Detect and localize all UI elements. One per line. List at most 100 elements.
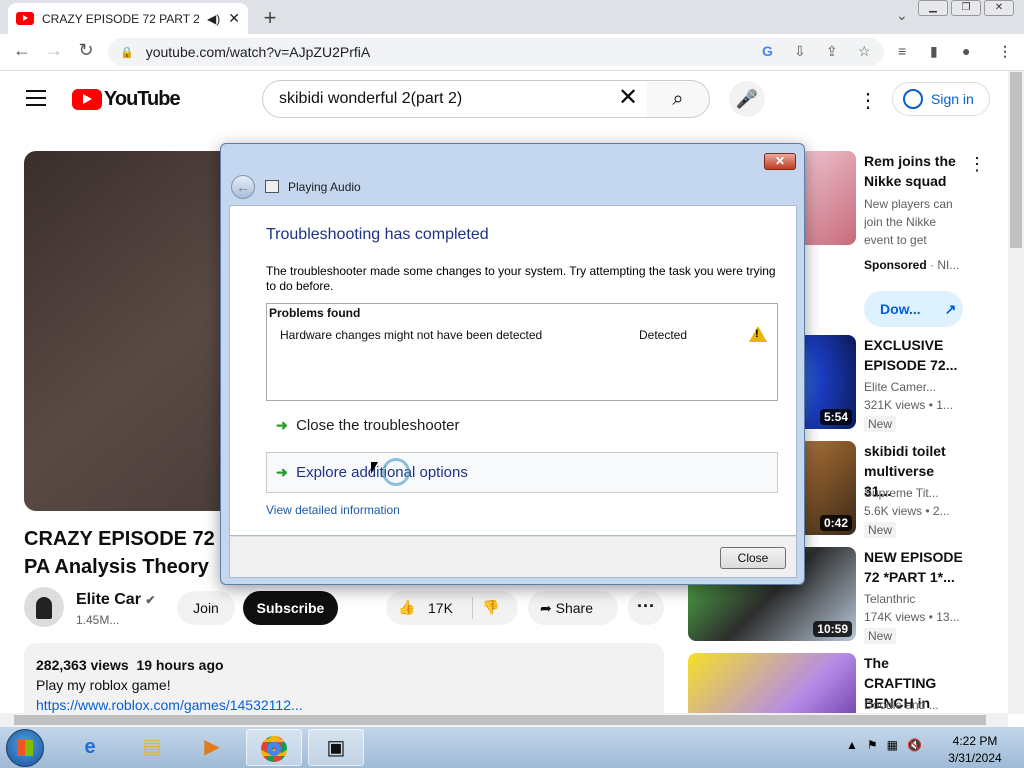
google-icon[interactable]: G: [762, 43, 773, 59]
dialog-close-icon[interactable]: ✕: [764, 153, 796, 170]
subscriber-count: 1.45M...: [76, 613, 120, 627]
install-icon[interactable]: ⇩: [794, 43, 806, 60]
share-button[interactable]: ➦ Share: [528, 591, 618, 625]
speaker-icon[interactable]: ◀): [207, 12, 220, 26]
problems-header: Problems found: [269, 306, 361, 320]
dialog-back-icon[interactable]: ←: [231, 175, 255, 199]
file-explorer-icon[interactable]: ▤: [124, 729, 180, 766]
dialog-footer: [229, 536, 797, 578]
more-actions-button[interactable]: ···: [628, 591, 664, 625]
video-title: CRAZY EPISODE 72 PA Analysis Theory: [24, 528, 215, 578]
account-icon: [903, 89, 923, 109]
video-duration: 5:54: [819, 409, 852, 425]
sponsored-label: Sponsored: [864, 258, 927, 272]
chrome-menu-icon[interactable]: ⋮: [998, 43, 1012, 60]
clock-time: 4:22 PM: [952, 734, 998, 748]
system-tray: ▲ ⚑ ▦ 🔇: [846, 738, 931, 752]
subscribe-button[interactable]: Subscribe: [243, 591, 338, 625]
description-box[interactable]: 282,363 views 19 hours ago Play my roblo…: [24, 643, 664, 723]
back-icon[interactable]: ←: [10, 40, 34, 61]
youtube-logo[interactable]: YouTube: [72, 88, 181, 111]
warning-icon: !: [749, 326, 767, 342]
vertical-scroll-thumb[interactable]: [1010, 72, 1022, 248]
minimize-button[interactable]: ▁: [918, 0, 948, 16]
tray-expand-icon[interactable]: ▲: [846, 738, 858, 752]
description-link[interactable]: https://www.roblox.com/games/14532112...: [36, 695, 652, 715]
chrome-taskbar-icon[interactable]: [246, 729, 302, 766]
video-duration: 0:42: [819, 515, 852, 531]
window-controls: ▁ ❐ ✕: [915, 0, 1014, 16]
side-panel-icon[interactable]: ▮: [930, 43, 938, 60]
media-player-icon[interactable]: ▶: [184, 729, 240, 766]
ad-title: Rem joins the Nikke squad: [864, 153, 956, 189]
related-video[interactable]: The CRAFTING BENCH in Toil... Doodle and…: [688, 653, 984, 713]
volume-muted-icon[interactable]: 🔇: [907, 738, 922, 752]
restore-button[interactable]: ❐: [951, 0, 981, 16]
search-input[interactable]: skibidi wonderful 2(part 2): [262, 80, 648, 118]
join-button[interactable]: Join: [177, 591, 235, 625]
video-duration: 10:59: [813, 621, 852, 637]
green-arrow-icon: ➜: [276, 417, 288, 433]
clock-date: 3/31/2024: [948, 751, 1002, 765]
channel-avatar[interactable]: [24, 587, 64, 627]
profile-icon[interactable]: ●: [962, 43, 970, 59]
internet-explorer-icon[interactable]: e: [62, 729, 118, 766]
view-details-link[interactable]: View detailed information: [266, 503, 400, 517]
like-count[interactable]: 17K: [428, 600, 453, 616]
network-icon[interactable]: ▦: [887, 738, 898, 752]
search-button[interactable]: ⌕: [647, 80, 710, 118]
lock-icon[interactable]: 🔒: [120, 46, 134, 59]
sign-in-button[interactable]: Sign in: [892, 82, 990, 116]
media-control-icon[interactable]: ≡: [898, 43, 906, 59]
url-text: youtube.com/watch?v=AJpZU2PrfiA: [145, 44, 371, 60]
start-button[interactable]: [6, 729, 44, 767]
like-dislike-group: 👍 17K 👎: [386, 591, 518, 625]
clock[interactable]: 4:22 PM 3/31/2024: [940, 733, 1010, 767]
video-meta: 5.6K views • 2...: [864, 504, 950, 518]
share-icon: ➦: [540, 600, 552, 616]
close-troubleshooter-option[interactable]: ➜ Close the troubleshooter: [276, 417, 460, 434]
ad-menu-icon[interactable]: ⋮: [968, 154, 986, 175]
video-title: EXCLUSIVE EPISODE 72...: [864, 337, 958, 373]
description-text: Play my roblox game!: [36, 677, 171, 693]
video-meta: 321K views • 1...: [864, 398, 953, 412]
youtube-wordmark: YouTube: [104, 88, 181, 110]
tab-close-icon[interactable]: ✕: [228, 10, 240, 27]
green-arrow-icon: ➜: [276, 464, 288, 480]
dialog-heading: Troubleshooting has completed: [266, 226, 489, 243]
tab-search-icon[interactable]: ⌄: [896, 7, 908, 24]
youtube-favicon-icon: [16, 12, 34, 25]
busy-cursor-icon: [371, 458, 410, 486]
clear-search-icon[interactable]: ✕: [618, 86, 638, 110]
ad-description: New players can join the Nikke event to …: [864, 197, 953, 247]
tab-title: CRAZY EPISODE 72 PART 2 L: [42, 11, 200, 26]
reload-icon[interactable]: ↻: [74, 40, 98, 61]
horizontal-scroll-thumb[interactable]: [14, 715, 986, 725]
verified-icon: ✔: [145, 593, 156, 607]
action-center-icon[interactable]: ⚑: [867, 738, 878, 752]
hamburger-menu-icon[interactable]: [26, 90, 46, 106]
browser-tab[interactable]: CRAZY EPISODE 72 PART 2 L ◀) ✕: [8, 3, 248, 34]
new-tab-button[interactable]: +: [258, 5, 282, 31]
settings-kebab-icon[interactable]: ⋮: [858, 88, 878, 113]
video-thumbnail[interactable]: [688, 653, 856, 713]
video-meta: 174K views • 13...: [864, 610, 960, 624]
ad-download-button[interactable]: Dow... ↗: [864, 291, 963, 327]
dislike-icon[interactable]: 👎: [482, 599, 499, 616]
external-link-icon: ↗: [944, 301, 957, 317]
sign-in-label: Sign in: [931, 91, 974, 107]
upload-time: 19 hours ago: [136, 657, 224, 673]
voice-search-icon[interactable]: 🎤: [729, 81, 765, 117]
troubleshooter-taskbar-icon[interactable]: ▣: [308, 729, 364, 766]
channel-name[interactable]: Elite Car ✔: [76, 591, 155, 609]
like-icon[interactable]: 👍: [398, 599, 415, 616]
bookmark-star-icon[interactable]: ☆: [858, 43, 871, 60]
share-page-icon[interactable]: ⇪: [826, 43, 838, 60]
window-close-button[interactable]: ✕: [984, 0, 1014, 16]
new-badge: New: [864, 416, 897, 432]
problem-item[interactable]: Hardware changes might not have been det…: [280, 328, 542, 342]
forward-icon[interactable]: →: [42, 40, 66, 61]
close-button[interactable]: Close: [720, 547, 786, 569]
view-count: 282,363 views: [36, 657, 129, 673]
problem-status: Detected: [639, 328, 688, 342]
